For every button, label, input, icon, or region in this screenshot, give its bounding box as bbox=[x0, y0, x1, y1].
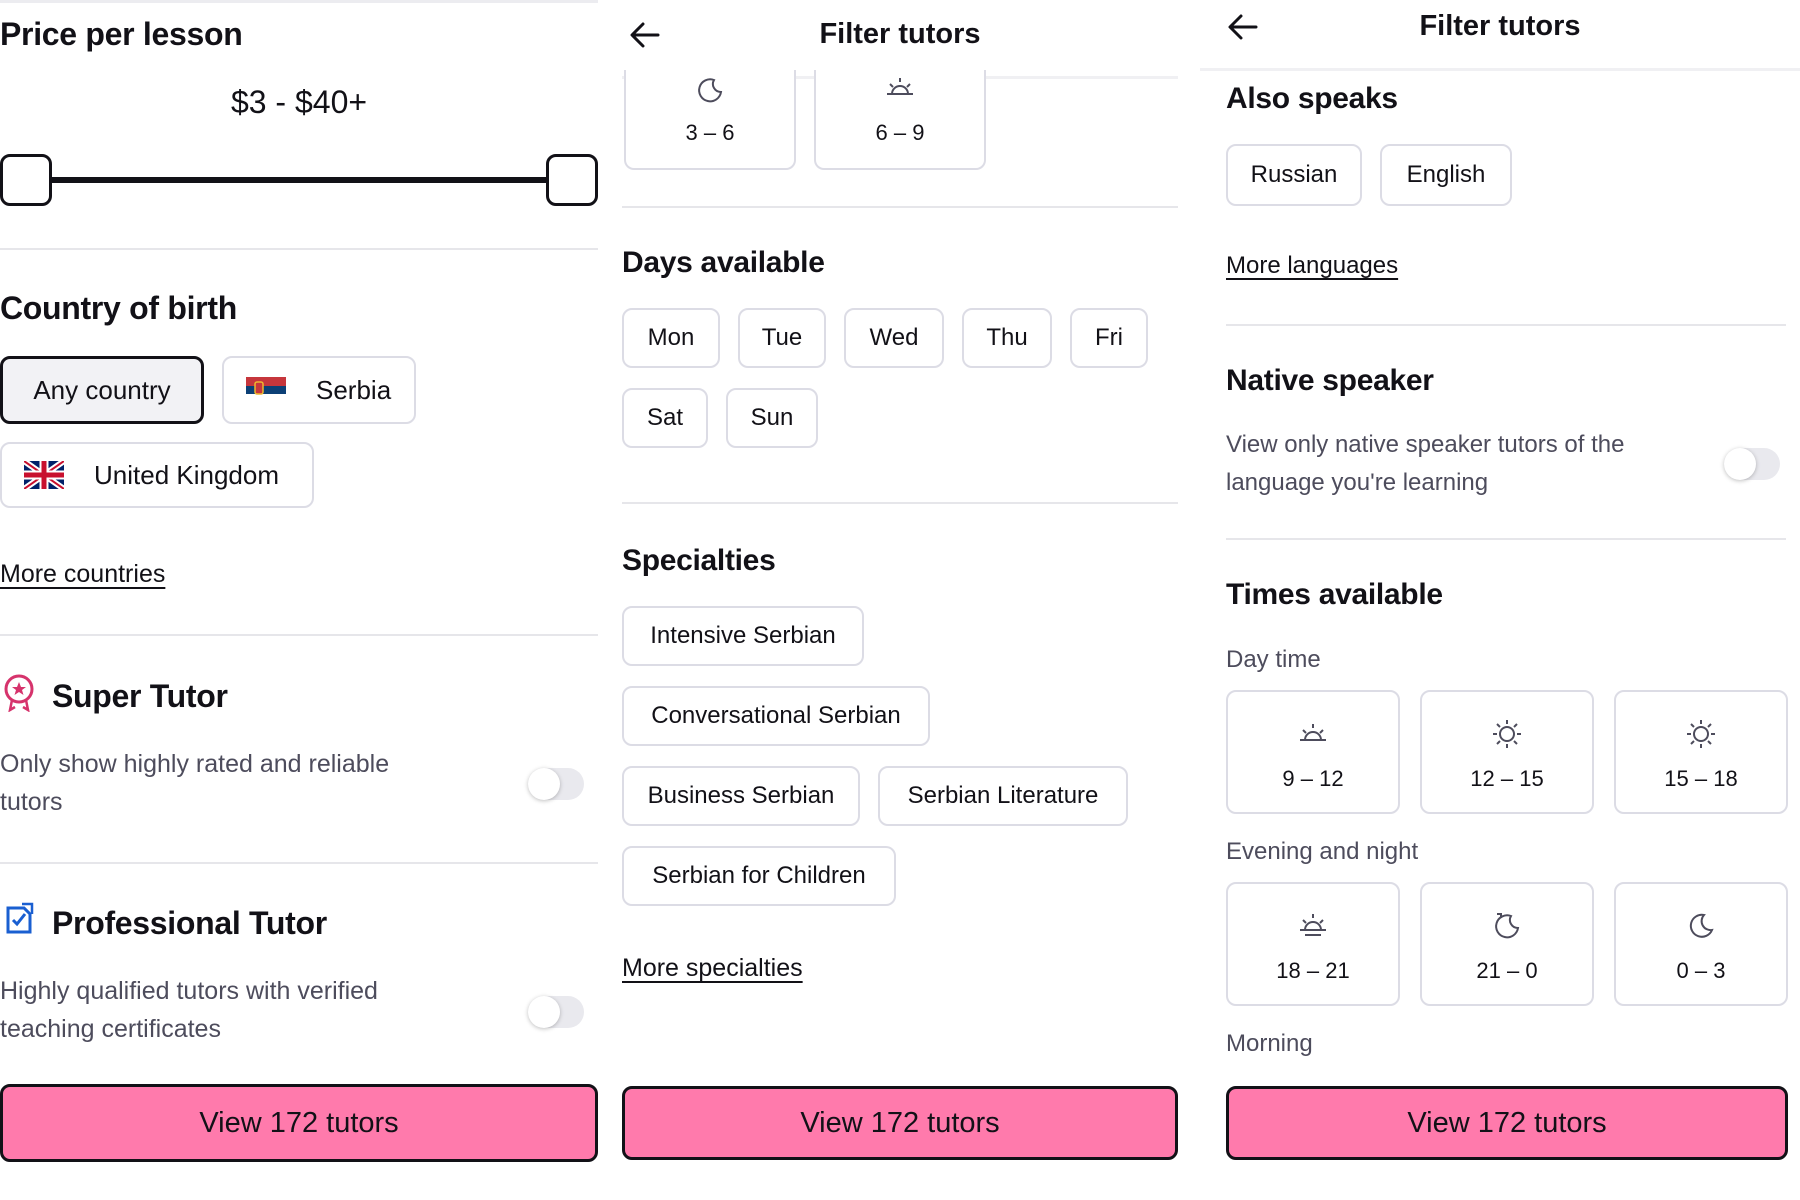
specialty-chip[interactable]: Business Serbian bbox=[622, 766, 860, 826]
time-slot-label: 3 – 6 bbox=[685, 120, 735, 145]
specialties-title: Specialties bbox=[622, 544, 776, 577]
sunset-icon bbox=[1300, 914, 1326, 936]
time-slot-label: 18 – 21 bbox=[1276, 958, 1350, 983]
language-chip-russian[interactable]: Russian bbox=[1226, 144, 1362, 206]
divider bbox=[1226, 538, 1786, 540]
price-slider[interactable] bbox=[0, 150, 598, 210]
day-chip-mon[interactable]: Mon bbox=[622, 308, 720, 368]
native-speaker-title: Native speaker bbox=[1226, 364, 1434, 397]
day-chip-thu[interactable]: Thu bbox=[962, 308, 1052, 368]
super-tutor-title: Super Tutor bbox=[52, 678, 228, 714]
country-chip-serbia[interactable]: Serbia bbox=[222, 356, 416, 424]
more-specialties-link[interactable]: More specialties bbox=[622, 954, 803, 983]
evening-label: Evening and night bbox=[1226, 838, 1419, 865]
country-chip-label: United Kingdom bbox=[94, 459, 279, 490]
sun-icon bbox=[1493, 720, 1521, 748]
native-speaker-toggle[interactable] bbox=[1724, 448, 1780, 480]
day-chip-tue[interactable]: Tue bbox=[738, 308, 826, 368]
morning-label: Morning bbox=[1226, 1030, 1313, 1057]
day-chip-sun[interactable]: Sun bbox=[726, 388, 818, 448]
day-chip-sat[interactable]: Sat bbox=[622, 388, 708, 448]
language-chip-english[interactable]: English bbox=[1380, 144, 1512, 206]
price-title: Price per lesson bbox=[0, 16, 243, 52]
super-tutor-toggle[interactable] bbox=[528, 768, 584, 800]
divider bbox=[622, 502, 1178, 504]
moon-arrow-icon bbox=[1495, 913, 1520, 939]
time-slot-21-0[interactable]: 21 – 0 bbox=[1420, 882, 1594, 1006]
time-slot-label: 21 – 0 bbox=[1476, 958, 1538, 983]
country-title: Country of birth bbox=[0, 290, 237, 326]
daytime-label: Day time bbox=[1226, 646, 1321, 673]
slider-track bbox=[26, 177, 572, 183]
professional-tutor-desc: Highly qualified tutors with verified te… bbox=[0, 977, 378, 1043]
time-slot-9-12[interactable]: 9 – 12 bbox=[1226, 690, 1400, 814]
moon-arrow-icon bbox=[698, 78, 723, 103]
price-range-value: $3 - $40+ bbox=[230, 84, 368, 120]
day-chip-wed[interactable]: Wed bbox=[844, 308, 944, 368]
top-shadow bbox=[0, 0, 598, 3]
uk-flag-icon bbox=[24, 461, 64, 489]
filters-panel-price-country: Price per lesson $3 - $40+ Country of bi… bbox=[0, 0, 598, 1200]
country-chip-label: Serbia bbox=[316, 374, 392, 405]
time-slot-label: 0 – 3 bbox=[1676, 958, 1726, 983]
sunrise-icon bbox=[887, 78, 913, 95]
time-slot-0-3[interactable]: 0 – 3 bbox=[1614, 882, 1788, 1006]
more-languages-link[interactable]: More languages bbox=[1226, 252, 1398, 280]
sunrise-icon bbox=[1300, 724, 1326, 741]
specialty-chip[interactable]: Intensive Serbian bbox=[622, 606, 864, 666]
view-tutors-button[interactable]: View 172 tutors bbox=[0, 1084, 598, 1162]
professional-tutor-icon bbox=[6, 902, 34, 934]
slider-min-handle[interactable] bbox=[0, 154, 52, 206]
divider bbox=[0, 862, 598, 864]
time-slot-6-9[interactable]: 6 – 9 bbox=[814, 70, 986, 170]
divider bbox=[0, 248, 598, 250]
filters-panel-languages-times: Filter tutors Also speaks Russian Englis… bbox=[1200, 0, 1800, 1200]
time-slot-15-18[interactable]: 15 – 18 bbox=[1614, 690, 1788, 814]
specialty-chip[interactable]: Conversational Serbian bbox=[622, 686, 930, 746]
specialty-chip[interactable]: Serbian Literature bbox=[878, 766, 1128, 826]
super-tutor-desc: Only show highly rated and reliable tuto… bbox=[0, 750, 390, 816]
times-available-title: Times available bbox=[1226, 578, 1443, 611]
toggle-knob bbox=[528, 768, 560, 800]
filters-panel-days-specialties: Filter tutors 3 – 6 6 – 9 Days available… bbox=[622, 0, 1178, 1200]
country-chip-uk[interactable]: United Kingdom bbox=[0, 442, 314, 508]
time-slot-label: 6 – 9 bbox=[875, 120, 925, 145]
divider bbox=[0, 634, 598, 636]
super-tutor-icon bbox=[4, 674, 34, 712]
slider-max-handle[interactable] bbox=[546, 154, 598, 206]
toggle-knob bbox=[1724, 448, 1756, 480]
time-slot-3-6[interactable]: 3 – 6 bbox=[624, 70, 796, 170]
more-countries-link[interactable]: More countries bbox=[0, 560, 165, 589]
view-tutors-button[interactable]: View 172 tutors bbox=[622, 1086, 1178, 1160]
time-slot-label: 12 – 15 bbox=[1470, 766, 1544, 791]
days-title: Days available bbox=[622, 246, 825, 279]
specialty-chip[interactable]: Serbian for Children bbox=[622, 846, 896, 906]
divider bbox=[1226, 324, 1786, 326]
time-slot-12-15[interactable]: 12 – 15 bbox=[1420, 690, 1594, 814]
time-slot-label: 15 – 18 bbox=[1664, 766, 1738, 791]
toggle-knob bbox=[528, 996, 560, 1028]
header-shadow bbox=[1200, 68, 1800, 71]
header-title: Filter tutors bbox=[819, 18, 981, 50]
view-tutors-button[interactable]: View 172 tutors bbox=[1226, 1086, 1788, 1160]
header-title: Filter tutors bbox=[1419, 10, 1581, 42]
time-slot-label: 9 – 12 bbox=[1282, 766, 1344, 791]
sun-icon bbox=[1687, 720, 1715, 748]
professional-tutor-title: Professional Tutor bbox=[52, 905, 327, 941]
professional-tutor-toggle[interactable] bbox=[528, 996, 584, 1028]
native-speaker-desc: View only native speaker tutors of the l… bbox=[1226, 431, 1625, 496]
serbia-flag-icon bbox=[246, 377, 286, 403]
time-slot-18-21[interactable]: 18 – 21 bbox=[1226, 882, 1400, 1006]
moon-icon bbox=[1689, 913, 1714, 938]
also-speaks-title: Also speaks bbox=[1226, 82, 1398, 115]
divider bbox=[622, 206, 1178, 208]
country-chip-any[interactable]: Any country bbox=[0, 356, 204, 424]
day-chip-fri[interactable]: Fri bbox=[1070, 308, 1148, 368]
